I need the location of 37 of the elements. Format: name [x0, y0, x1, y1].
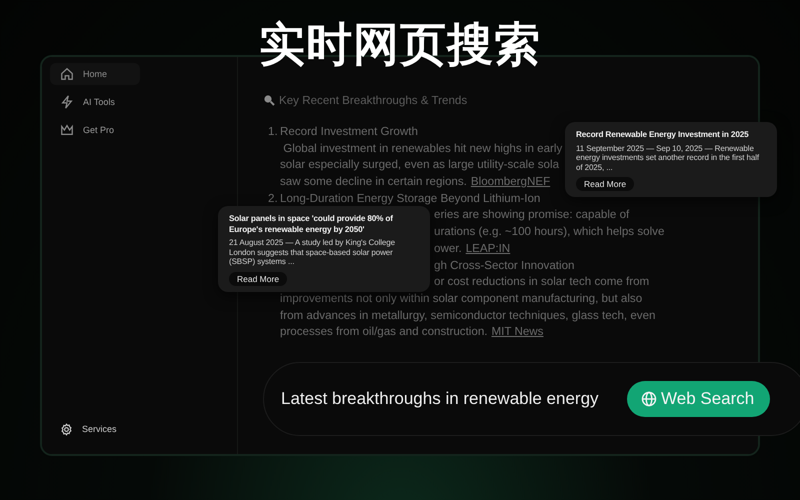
sidebar-item[interactable]: Get Pro: [50, 119, 140, 141]
source-link[interactable]: LEAP:IN: [466, 240, 510, 258]
article-text: improvements not only within solar component manufacturing, but also: [280, 290, 642, 307]
crown-icon: [60, 123, 74, 137]
article-text: or cost reductions in solar tech come from: [434, 274, 650, 290]
source-link[interactable]: BloombergNEF: [470, 174, 550, 191]
card-snippet: 21 August 2025 — A study led by King's College London suggests that space-based solar power (SBSP) systems ...: [229, 238, 396, 267]
home-icon: [60, 67, 74, 81]
services-item[interactable]: Services: [50, 418, 140, 440]
sidebar-item[interactable]: Home: [50, 63, 140, 85]
lightning-icon: [60, 95, 74, 109]
read-more-button[interactable]: Read More: [229, 272, 288, 286]
card-snippet: 11 September 2025 — Sep 10, 2025 — Renewable energy investments set another record in the first half of 2025, ...: [576, 144, 760, 172]
search-field[interactable]: Latest breakthroughs in renewable energy: [281, 389, 617, 409]
list-number: 2.: [268, 190, 279, 207]
card-title: Solar panels in space 'could provide 80% of Europe's renewable energy by 2050': [229, 214, 394, 235]
list-number: 1.: [268, 124, 279, 140]
card-title: Record Renewable Energy Investment in 2025: [576, 130, 750, 140]
page-title: 实时网页搜索: [259, 16, 541, 73]
article-text: Global investment in renewables hit new highs in early: [282, 140, 562, 157]
article-text: solar especially surged, even as large utility-scale sola: [280, 157, 560, 174]
list-heading: Record Investment Growth: [280, 124, 418, 140]
article-text: from advances in metallurgy, semiconductor techniques, glass tech, even: [280, 308, 656, 324]
read-more-button[interactable]: Read More: [576, 177, 634, 192]
article-text: processes from oil/gas and construction.: [280, 324, 488, 340]
article-text: urations (e.g. ~100 hours), which helps solve: [434, 224, 664, 240]
settings-icon: [60, 422, 73, 436]
globe-icon: [641, 391, 657, 407]
article-heading: Key Recent Breakthroughs & Trends: [279, 94, 468, 106]
list-heading: Long-Duration Energy Storage Beyond Lithium-Ion: [280, 190, 540, 207]
search-icon: [263, 94, 275, 106]
source-link[interactable]: MIT News: [492, 324, 544, 341]
article-text: ower.: [434, 240, 462, 257]
article-text: gh Cross-Sector Innovation: [434, 258, 574, 274]
sidebar-item[interactable]: AI Tools: [50, 91, 140, 113]
article-text: saw some decline in certain regions.: [280, 174, 467, 190]
article-text: eries are showing promise: capable of: [434, 207, 630, 224]
